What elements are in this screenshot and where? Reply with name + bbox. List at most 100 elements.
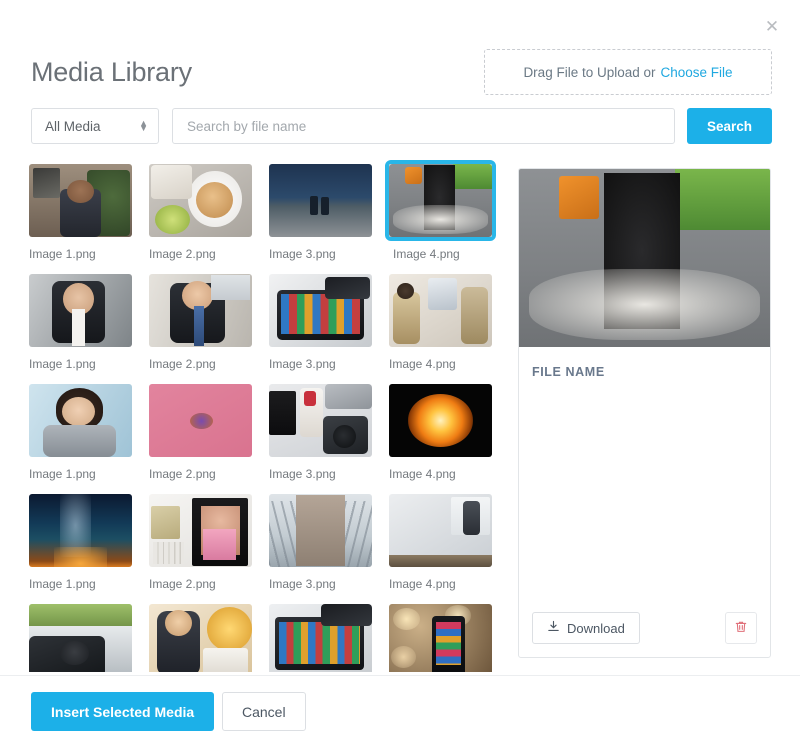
media-thumbnail[interactable]: Image 1.png <box>25 160 145 270</box>
media-thumbnail-image <box>149 384 252 457</box>
page-title: Media Library <box>31 57 192 87</box>
media-thumbnail-frame <box>265 600 376 672</box>
media-thumbnail-image <box>149 494 252 567</box>
media-thumbnail-frame <box>385 160 496 241</box>
media-thumbnail-image <box>389 274 492 347</box>
media-thumbnail-frame <box>145 160 256 241</box>
dropzone-text: Drag File to Upload or <box>523 64 656 80</box>
media-thumbnail[interactable]: Image 1.png <box>25 380 145 490</box>
preview-panel: FILE NAME Download <box>518 168 771 658</box>
media-thumbnail-label: Image 2.png <box>149 577 216 591</box>
modal-header: Media Library Drag File to Upload or Cho… <box>0 0 800 104</box>
media-thumbnail-frame <box>385 600 496 672</box>
media-thumbnail-label: Image 3.png <box>269 357 336 371</box>
media-thumbnail[interactable]: Image 3.png <box>265 270 385 380</box>
choose-file-link[interactable]: Choose File <box>661 65 733 80</box>
trash-icon <box>734 620 748 637</box>
media-thumbnail-image <box>29 494 132 567</box>
media-thumbnail-frame <box>265 160 376 241</box>
media-thumbnail-image <box>29 164 132 237</box>
media-thumbnail[interactable] <box>145 600 265 672</box>
media-thumbnail-label: Image 4.png <box>393 247 460 261</box>
media-thumbnail[interactable]: Image 4.png <box>385 380 503 490</box>
media-thumbnail-label: Image 1.png <box>29 247 96 261</box>
media-grid-scroll[interactable]: Image 1.png Image 2.png Image 3.png Image 4… <box>25 160 503 672</box>
media-thumbnail-frame <box>265 270 376 351</box>
media-thumbnail-label: Image 3.png <box>269 577 336 591</box>
media-thumbnail-image <box>149 274 252 347</box>
preview-filename-label: FILE NAME <box>532 365 605 379</box>
media-grid: Image 1.png Image 2.png Image 3.png Image 4… <box>25 160 503 672</box>
media-thumbnail-image <box>389 604 492 672</box>
insert-selected-media-button[interactable]: Insert Selected Media <box>31 692 215 731</box>
media-thumbnail-label: Image 2.png <box>149 467 216 481</box>
preview-image <box>519 169 770 347</box>
media-thumbnail-image <box>269 274 372 347</box>
media-type-select-value: All Media <box>45 118 101 134</box>
media-thumbnail-frame <box>385 380 496 461</box>
media-thumbnail-image <box>29 274 132 347</box>
download-button-label: Download <box>567 620 625 636</box>
media-thumbnail-image <box>389 494 492 567</box>
media-thumbnail-frame <box>265 490 376 571</box>
media-thumbnail-frame <box>145 600 256 672</box>
file-dropzone[interactable]: Drag File to Upload or Choose File <box>484 49 772 95</box>
media-thumbnail-label: Image 1.png <box>29 467 96 481</box>
cancel-button[interactable]: Cancel <box>222 692 306 731</box>
media-thumbnail-label: Image 2.png <box>149 357 216 371</box>
media-thumbnail-image <box>269 164 372 237</box>
media-thumbnail-label: Image 4.png <box>389 577 456 591</box>
media-thumbnail[interactable]: Image 4.png <box>385 160 503 270</box>
download-button[interactable]: Download <box>532 612 640 644</box>
media-thumbnail-frame <box>145 490 256 571</box>
preview-actions: Download <box>519 611 770 645</box>
media-thumbnail[interactable] <box>25 600 145 672</box>
media-thumbnail[interactable] <box>385 600 503 672</box>
media-thumbnail-image <box>269 494 372 567</box>
media-thumbnail[interactable]: Image 2.png <box>145 380 265 490</box>
media-thumbnail-label: Image 4.png <box>389 357 456 371</box>
media-thumbnail[interactable]: Image 2.png <box>145 160 265 270</box>
delete-button[interactable] <box>725 612 757 644</box>
media-thumbnail-frame <box>145 380 256 461</box>
media-thumbnail-label: Image 1.png <box>29 357 96 371</box>
media-thumbnail-label: Image 4.png <box>389 467 456 481</box>
media-thumbnail-label: Image 2.png <box>149 247 216 261</box>
media-thumbnail[interactable]: Image 4.png <box>385 490 503 600</box>
media-thumbnail-image <box>149 164 252 237</box>
media-thumbnail-frame <box>25 270 136 351</box>
download-icon <box>547 620 560 636</box>
media-thumbnail-image <box>389 164 492 237</box>
media-thumbnail-image <box>149 604 252 672</box>
media-thumbnail-label: Image 1.png <box>29 577 96 591</box>
media-thumbnail[interactable]: Image 2.png <box>145 490 265 600</box>
media-thumbnail-image <box>29 604 132 672</box>
media-thumbnail-frame <box>385 490 496 571</box>
media-thumbnail-frame <box>25 160 136 241</box>
media-thumbnail-image <box>29 384 132 457</box>
media-thumbnail-image <box>269 384 372 457</box>
media-thumbnail-frame <box>265 380 376 461</box>
search-input[interactable] <box>172 108 675 144</box>
media-thumbnail-frame <box>25 490 136 571</box>
media-thumbnail[interactable]: Image 3.png <box>265 380 385 490</box>
media-thumbnail[interactable]: Image 1.png <box>25 270 145 380</box>
media-thumbnail-label: Image 3.png <box>269 467 336 481</box>
media-thumbnail[interactable]: Image 4.png <box>385 270 503 380</box>
media-thumbnail-frame <box>145 270 256 351</box>
filter-bar: All Media ▲ ▼ Search <box>0 108 800 146</box>
media-thumbnail-label: Image 3.png <box>269 247 336 261</box>
media-thumbnail[interactable]: Image 3.png <box>265 160 385 270</box>
media-thumbnail-frame <box>25 600 136 672</box>
media-thumbnail-image <box>389 384 492 457</box>
media-thumbnail[interactable] <box>265 600 385 672</box>
media-type-select[interactable]: All Media ▲ ▼ <box>31 108 159 144</box>
media-thumbnail-image <box>269 604 372 672</box>
media-thumbnail[interactable]: Image 2.png <box>145 270 265 380</box>
chevron-updown-icon: ▲ ▼ <box>139 118 148 133</box>
media-thumbnail[interactable]: Image 3.png <box>265 490 385 600</box>
media-library-modal: ✕ Media Library Drag File to Upload or C… <box>0 0 800 747</box>
media-thumbnail[interactable]: Image 1.png <box>25 490 145 600</box>
search-button[interactable]: Search <box>687 108 772 144</box>
modal-body: Image 1.png Image 2.png Image 3.png Image 4… <box>0 160 800 675</box>
